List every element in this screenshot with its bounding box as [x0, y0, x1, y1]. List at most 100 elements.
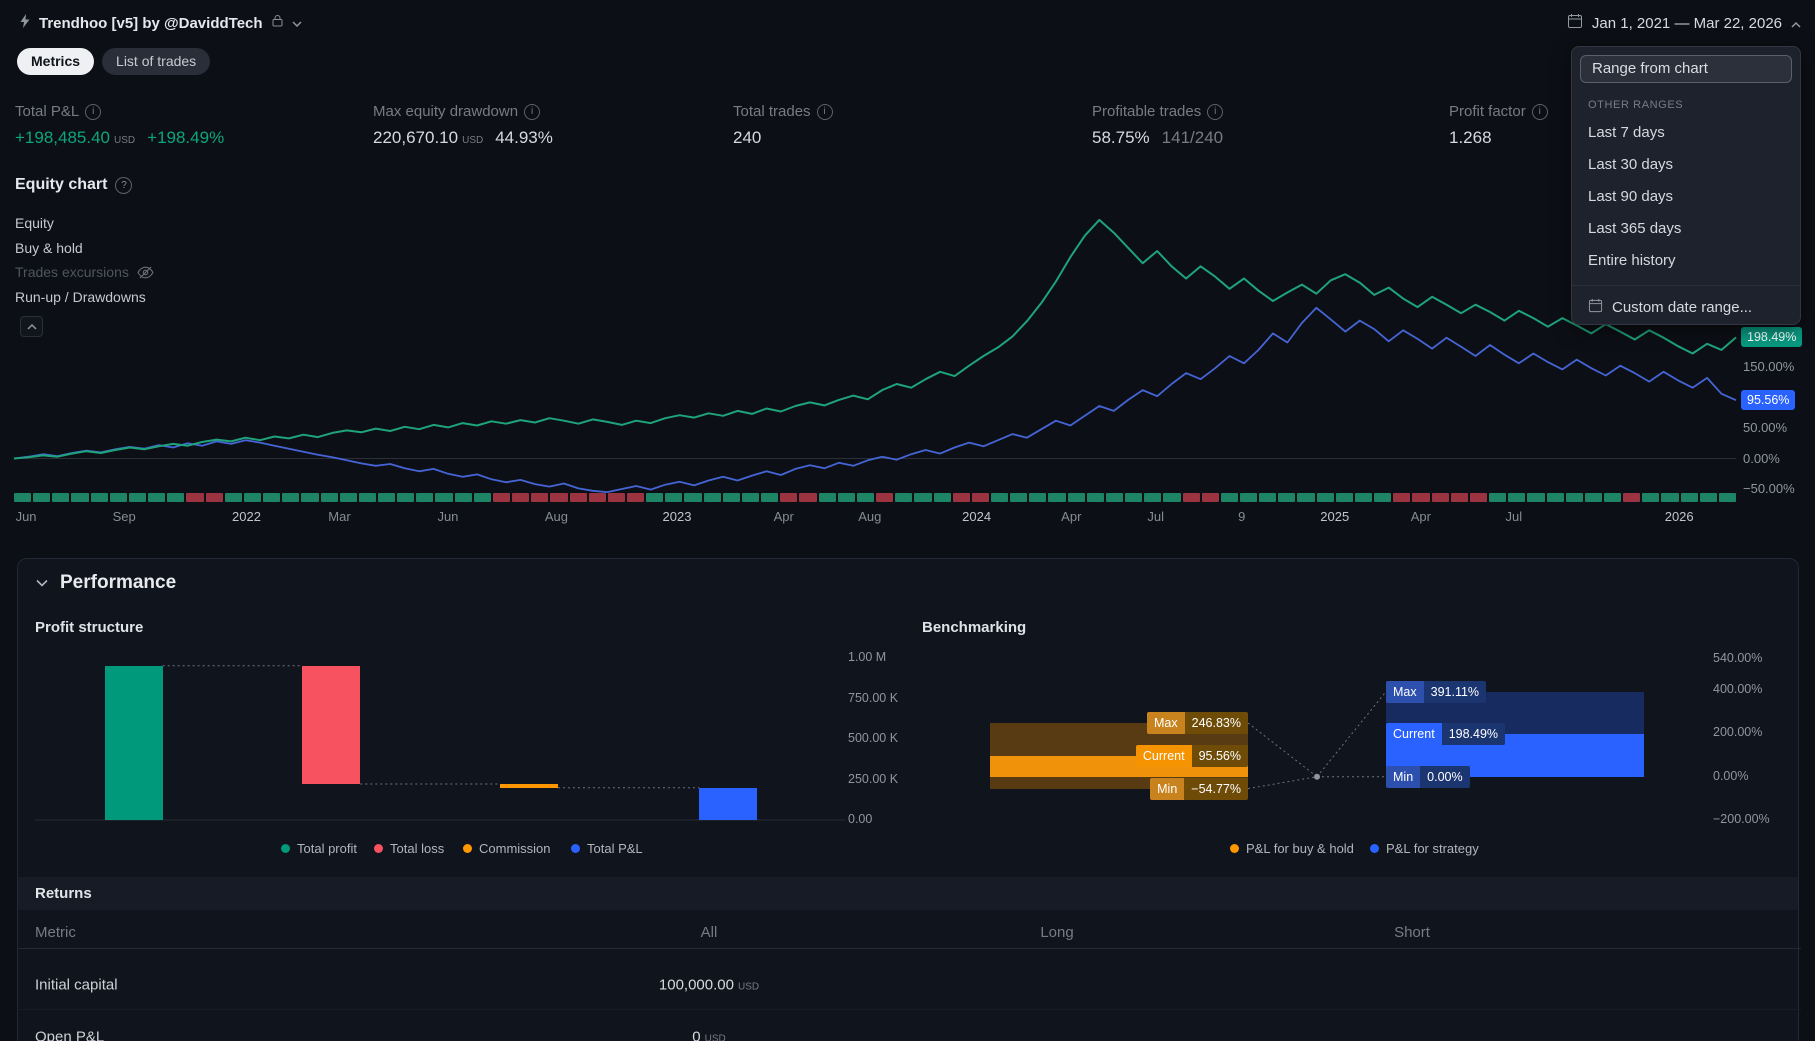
legend-item-total-loss[interactable]: Total loss: [374, 841, 444, 856]
calendar-icon: [1567, 13, 1583, 33]
metric-label-text: Total trades: [733, 103, 811, 120]
menu-item-last-30-days[interactable]: Last 30 days: [1572, 149, 1800, 181]
lock-icon: [272, 14, 283, 32]
chevron-down-icon[interactable]: [36, 574, 48, 592]
legend-item-p-l-for-buy-hold[interactable]: P&L for buy & hold: [1230, 841, 1354, 856]
drawdown-segment: [1393, 493, 1411, 502]
runup-segment: [320, 493, 338, 502]
runup-segment: [1699, 493, 1717, 502]
date-range-button[interactable]: Jan 1, 2021 — Mar 22, 2026: [1567, 10, 1801, 36]
info-icon[interactable]: [816, 103, 833, 120]
equity-x-label: 9: [1238, 509, 1246, 524]
column-header-short: Short: [1394, 924, 1430, 941]
metric-label-text: Total P&L: [15, 103, 80, 120]
performance-title: Performance: [60, 572, 177, 593]
bench-axis-label: −200.00%: [1713, 812, 1770, 827]
profit-axis-label: 0.00: [848, 812, 873, 826]
metric-unit: USD: [462, 135, 484, 146]
legend-label: P&L for strategy: [1386, 841, 1479, 856]
menu-item-custom-date-range[interactable]: Custom date range...: [1572, 291, 1800, 323]
metric-values: +198,485.40 USD +198.49%: [15, 128, 224, 148]
runup-segment: [1029, 493, 1047, 502]
runup-segment: [837, 493, 855, 502]
equity-axis-label: 50.00%: [1743, 419, 1788, 435]
legend-item-commission[interactable]: Commission: [463, 841, 551, 856]
table-row-open-p-l: Open P&L 0 USD: [17, 1012, 1801, 1041]
menu-item-range-from-chart[interactable]: Range from chart: [1580, 55, 1792, 83]
equity-x-label: Jun: [15, 509, 37, 524]
runup-segment: [1565, 493, 1583, 502]
collapse-chart-button[interactable]: [20, 316, 43, 337]
runup-segment: [1220, 493, 1238, 502]
drawdown-segment: [627, 493, 645, 502]
legend-item-trades-excursions[interactable]: Trades excursions: [15, 264, 154, 280]
equity-x-label: Jun: [437, 509, 459, 524]
legend-item-total-profit[interactable]: Total profit: [281, 841, 357, 856]
legend-item-buy-hold[interactable]: Buy & hold: [15, 240, 83, 256]
metric-value: +198,485.40: [15, 128, 111, 147]
tab-list-of-trades[interactable]: List of trades: [102, 48, 211, 75]
runup-segment: [1546, 493, 1564, 502]
runup-segment: [224, 493, 242, 502]
info-icon[interactable]: [85, 103, 102, 120]
runup-segment: [665, 493, 683, 502]
drawdown-segment: [952, 493, 970, 502]
drawdown-segment: [186, 493, 204, 502]
metric-values: 58.75% 141/240: [1092, 128, 1223, 148]
metric-profitable-trades: Profitable trades 58.75% 141/240: [1092, 103, 1224, 148]
legend-item-total-p-l[interactable]: Total P&L: [571, 841, 643, 856]
metric-value: 1.268: [1449, 128, 1492, 147]
drawdown-segment: [512, 493, 530, 502]
equity-plot[interactable]: [0, 180, 1750, 510]
legend-item-run-up-drawdowns[interactable]: Run-up / Drawdowns: [15, 289, 146, 305]
runup-segment: [473, 493, 491, 502]
menu-item-last-90-days[interactable]: Last 90 days: [1572, 181, 1800, 213]
metric-profit-factor: Profit factor 1.268: [1449, 103, 1548, 148]
metric-values: 240: [733, 128, 833, 148]
metric-unit: USD: [114, 135, 136, 146]
equity-x-label: Apr: [1410, 509, 1431, 524]
menu-item-entire-history[interactable]: Entire history: [1572, 245, 1800, 277]
row-value: 100,000.00 USD: [659, 976, 759, 993]
info-icon[interactable]: [1207, 103, 1224, 120]
column-header-all: All: [700, 924, 718, 941]
runup-segment: [703, 493, 721, 502]
strategy-title[interactable]: Trendhoo [v5] by @DaviddTech: [39, 15, 263, 32]
chip-value: 391.11%: [1423, 680, 1487, 703]
info-icon[interactable]: [524, 103, 541, 120]
metric-values: 220,670.10 USD 44.93%: [373, 128, 553, 148]
runup-segment: [895, 493, 913, 502]
runup-segment: [1642, 493, 1660, 502]
runup-segment: [761, 493, 779, 502]
equity-x-label: Aug: [544, 509, 568, 524]
drawdown-segment: [1450, 493, 1468, 502]
drawdown-segment: [1469, 493, 1488, 502]
tab-metrics[interactable]: Metrics: [17, 48, 95, 75]
eye-off-icon[interactable]: [137, 266, 154, 279]
row-value: 0 USD: [692, 1028, 725, 1041]
legend-item-equity[interactable]: Equity: [15, 215, 54, 231]
menu-item-last-365-days[interactable]: Last 365 days: [1572, 213, 1800, 245]
chevron-down-icon[interactable]: [292, 14, 302, 32]
runup-segment: [1584, 493, 1602, 502]
legend-label: Run-up / Drawdowns: [15, 289, 146, 305]
chip-label: Min: [1386, 765, 1421, 788]
runup-segment: [1259, 493, 1277, 502]
strategy-title-group[interactable]: Trendhoo [v5] by @DaviddTech: [20, 10, 302, 36]
strategy-icon: [20, 13, 30, 33]
legend-item-p-l-for-strategy[interactable]: P&L for strategy: [1370, 841, 1479, 856]
runup-segment: [148, 493, 166, 502]
metric-value: 240: [733, 128, 762, 147]
legend-dot: [1370, 844, 1379, 853]
runup-segment: [1661, 493, 1679, 502]
legend-dot: [463, 844, 472, 853]
profit-axis-label: 750.00 K: [848, 690, 899, 705]
performance-section-header[interactable]: Performance: [36, 572, 176, 594]
metric-label: Profitable trades: [1092, 103, 1224, 120]
info-icon[interactable]: [1531, 103, 1548, 120]
legend-label: Total loss: [390, 841, 445, 856]
drawdown-segment: [1412, 493, 1430, 502]
value-number: 0: [692, 1028, 701, 1041]
legend-dot: [374, 844, 383, 853]
menu-item-last-7-days[interactable]: Last 7 days: [1572, 117, 1800, 149]
